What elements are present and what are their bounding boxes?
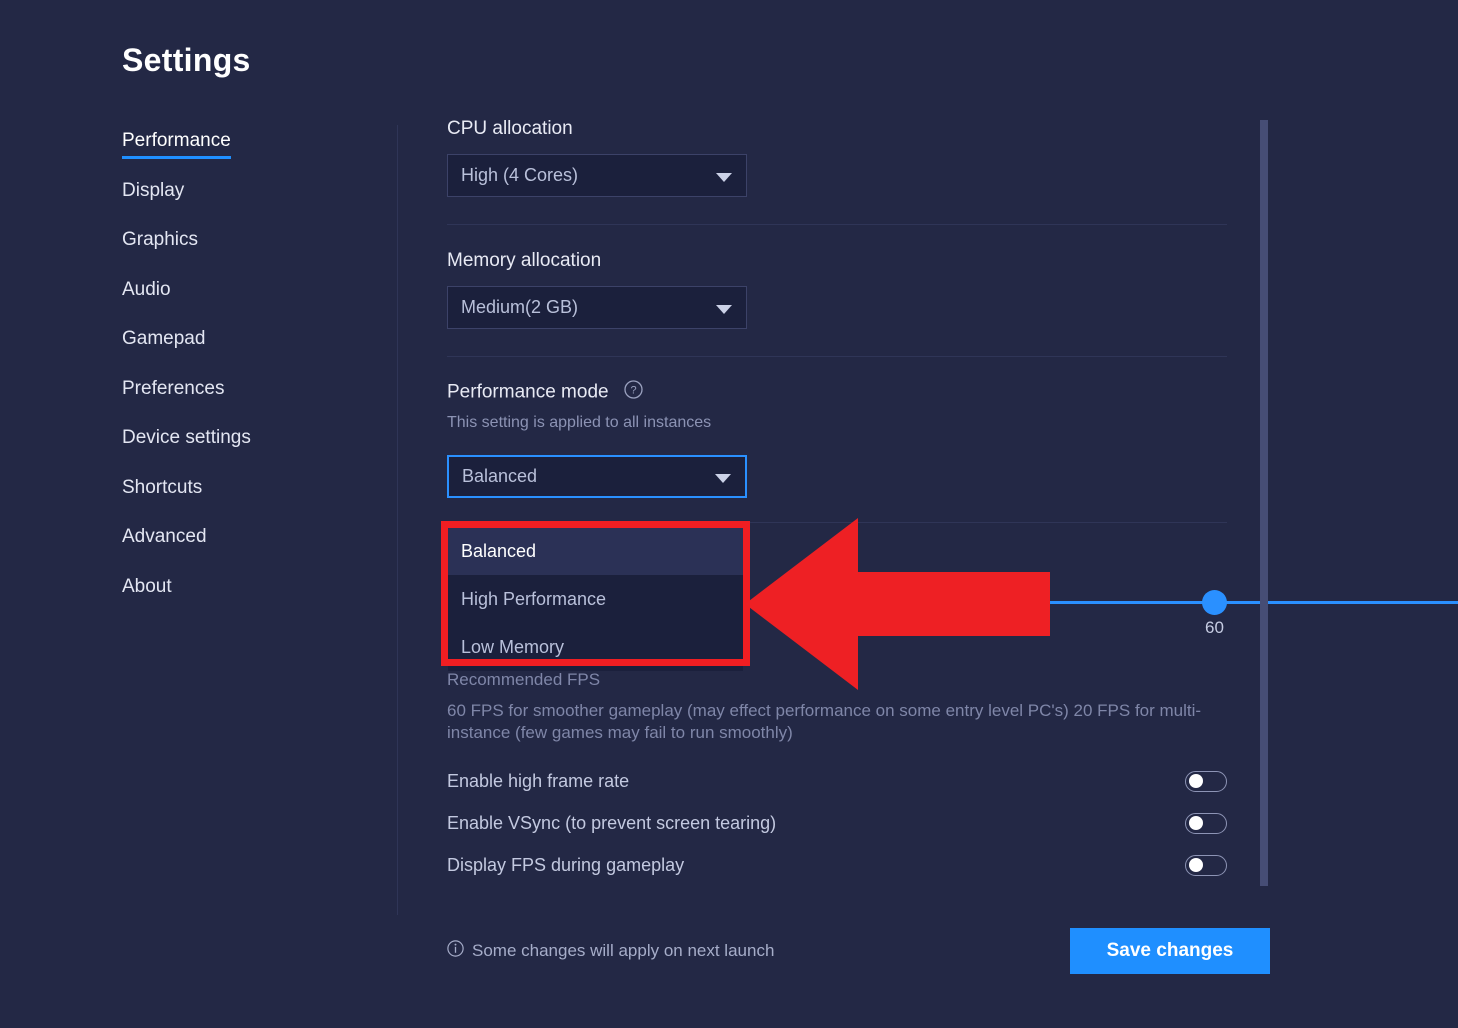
toggle-vsync[interactable] [1185,813,1227,834]
sidebar-item-label: Gamepad [122,328,205,349]
sidebar-item-label: Audio [122,279,171,300]
divider [447,522,1227,523]
sidebar-item-label: Device settings [122,427,251,448]
dropdown-option-high-performance[interactable]: High Performance [448,575,743,623]
sidebar-item-audio[interactable]: Audio [122,279,171,304]
cpu-allocation-value: High (4 Cores) [448,165,578,186]
fps-help-text: 60 FPS for smoother gameplay (may effect… [447,700,1227,744]
dropdown-option-label: High Performance [461,589,606,610]
sidebar-item-label: Advanced [122,526,207,547]
memory-allocation-label: Memory allocation [447,250,1227,272]
sidebar-item-gamepad[interactable]: Gamepad [122,328,205,353]
toggle-row-display-fps: Display FPS during gameplay [447,844,1227,886]
sidebar-item-label: Graphics [122,229,198,250]
sidebar-item-performance[interactable]: Performance [122,130,231,155]
sidebar-nav: Performance Display Graphics Audio Gamep… [122,130,392,625]
sidebar-item-preferences[interactable]: Preferences [122,378,224,403]
footer-note: Some changes will apply on next launch [447,940,774,962]
cpu-allocation-section: CPU allocation High (4 Cores) [447,118,1227,197]
divider [447,224,1227,225]
footer: Some changes will apply on next launch S… [447,928,1270,974]
toggle-row-high-frame-rate: Enable high frame rate [447,760,1227,802]
footer-note-text: Some changes will apply on next launch [472,941,774,961]
info-circle-icon [447,940,464,962]
sidebar-item-about[interactable]: About [122,576,172,601]
sidebar-item-graphics[interactable]: Graphics [122,229,198,254]
divider [447,356,1227,357]
sidebar-item-label: Preferences [122,378,224,399]
performance-mode-label: Performance mode ? [447,380,1227,405]
cpu-allocation-select[interactable]: High (4 Cores) [447,154,747,197]
toggle-label: Enable high frame rate [447,771,629,792]
sidebar-item-label: Shortcuts [122,477,202,498]
sidebar-item-advanced[interactable]: Advanced [122,526,207,551]
dropdown-option-label: Low Memory [461,637,564,658]
toggle-list: Enable high frame rate Enable VSync (to … [447,760,1227,886]
sidebar-item-device-settings[interactable]: Device settings [122,427,251,452]
performance-mode-select[interactable]: Balanced [447,455,747,498]
settings-content: CPU allocation High (4 Cores) Memory all… [447,118,1227,523]
toggle-label: Enable VSync (to prevent screen tearing) [447,813,776,834]
memory-allocation-value: Medium(2 GB) [448,297,578,318]
fps-slider-value: 60 [1202,618,1227,638]
svg-text:?: ? [630,385,636,397]
fps-slider-thumb[interactable] [1202,590,1227,615]
chevron-down-icon [715,474,731,483]
question-circle-icon[interactable]: ? [624,380,643,405]
chevron-down-icon [716,173,732,182]
sidebar-item-label: About [122,576,172,597]
toggle-label: Display FPS during gameplay [447,855,684,876]
memory-allocation-select[interactable]: Medium(2 GB) [447,286,747,329]
dropdown-option-label: Balanced [461,541,536,562]
save-changes-button[interactable]: Save changes [1070,928,1270,974]
performance-mode-subtitle: This setting is applied to all instances [447,414,1227,432]
performance-mode-value: Balanced [449,466,537,487]
sidebar-item-shortcuts[interactable]: Shortcuts [122,477,202,502]
performance-mode-dropdown-list[interactable]: Balanced High Performance Low Memory [448,527,743,671]
fps-slider-track[interactable] [647,601,1458,604]
sidebar-item-label: Display [122,180,184,201]
dropdown-option-balanced[interactable]: Balanced [448,527,743,575]
toggle-knob [1189,816,1203,830]
memory-allocation-section: Memory allocation Medium(2 GB) [447,250,1227,329]
toggle-knob [1189,774,1203,788]
fps-description: Recommended FPS 60 FPS for smoother game… [447,670,1237,744]
page-title: Settings [122,42,251,79]
sidebar-item-display[interactable]: Display [122,180,184,205]
recommended-fps-label: Recommended FPS [447,670,1237,690]
toggle-row-vsync: Enable VSync (to prevent screen tearing) [447,802,1227,844]
cpu-allocation-label: CPU allocation [447,118,1227,140]
toggle-knob [1189,858,1203,872]
toggle-high-frame-rate[interactable] [1185,771,1227,792]
vertical-scrollbar-thumb[interactable] [1260,120,1268,886]
sidebar-divider [397,125,398,915]
sidebar-item-label: Performance [122,130,231,151]
performance-mode-label-text: Performance mode [447,382,609,403]
performance-mode-section: Performance mode ? This setting is appli… [447,380,1227,498]
toggle-display-fps[interactable] [1185,855,1227,876]
settings-window: Settings Performance Display Graphics Au… [0,0,1458,1028]
chevron-down-icon [716,305,732,314]
dropdown-option-low-memory[interactable]: Low Memory [448,623,743,671]
